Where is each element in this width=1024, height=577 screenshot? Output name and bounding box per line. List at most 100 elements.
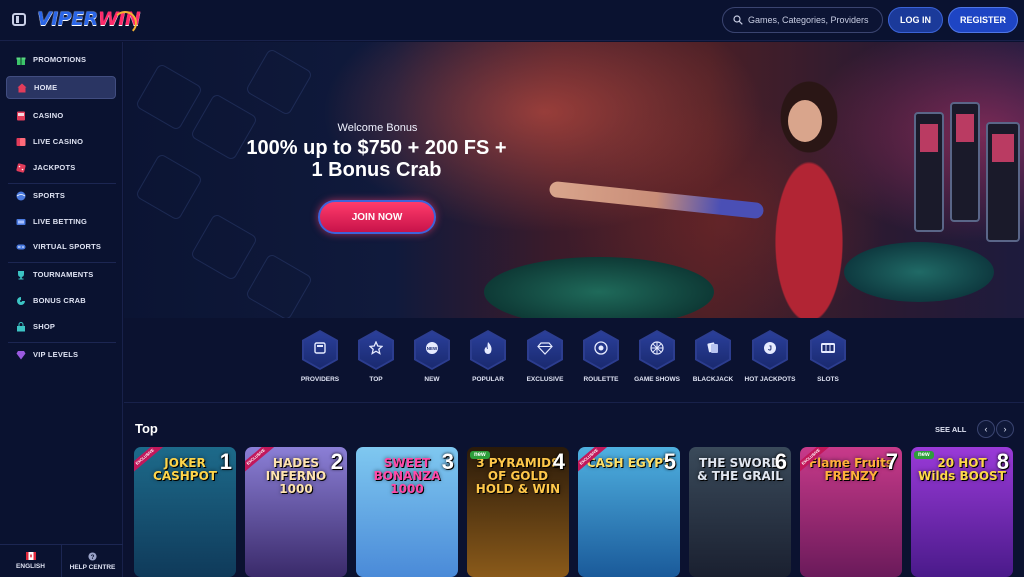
game-card[interactable]: Flame Fruits FRENZY 7 EXCLUSIVE bbox=[800, 447, 902, 577]
svg-text:?: ? bbox=[91, 553, 95, 560]
svg-text:NEW: NEW bbox=[427, 345, 438, 350]
category-roulette[interactable]: ROULETTE bbox=[573, 330, 629, 384]
help-label: HELP CENTRE bbox=[69, 563, 116, 571]
sidebar-item-jackpots[interactable]: JACKPOTS bbox=[6, 156, 116, 179]
sidebar-item-live-betting[interactable]: LIVE BETTING bbox=[6, 210, 116, 233]
register-button[interactable]: REGISTER bbox=[948, 7, 1018, 33]
hex-pattern bbox=[134, 152, 204, 222]
trophy-icon bbox=[16, 270, 26, 280]
category-label: PROVIDERS bbox=[300, 376, 340, 383]
game-card[interactable]: CASH EGYPT 5 EXCLUSIVE bbox=[578, 447, 680, 577]
search-input[interactable] bbox=[748, 15, 878, 25]
shop-icon bbox=[16, 321, 26, 332]
roulette-table-image bbox=[484, 257, 714, 318]
hero-banner: Welcome Bonus 100% up to $750 + 200 FS +… bbox=[124, 42, 1024, 318]
search-box[interactable] bbox=[722, 7, 883, 33]
sidebar-item-casino[interactable]: CASINO bbox=[6, 104, 116, 127]
category-slots[interactable]: SLOTS bbox=[800, 330, 856, 384]
hex-pattern bbox=[134, 62, 204, 132]
game-card[interactable]: 20 HOT Wilds BOOST 8 new bbox=[911, 447, 1013, 577]
hero-title: 100% up to $750 + 200 FS + 1 Bonus Crab bbox=[246, 137, 507, 181]
game-rank: 3 bbox=[441, 449, 454, 474]
hero-woman-face bbox=[788, 100, 822, 142]
category-hot-jackpots[interactable]: J HOT JACKPOTS bbox=[742, 330, 798, 384]
sidebar-item-label: HOME bbox=[34, 83, 58, 92]
slot-machine-image bbox=[950, 102, 980, 222]
help-icon: ? bbox=[88, 551, 97, 560]
login-button[interactable]: LOG IN bbox=[888, 7, 943, 33]
slot-machine-image bbox=[914, 112, 944, 232]
game-rank: 1 bbox=[219, 449, 232, 474]
game-rank: 4 bbox=[552, 449, 565, 474]
home-icon bbox=[17, 83, 27, 93]
game-card[interactable]: HADES INFERNO 1000 2 EXCLUSIVE bbox=[245, 447, 347, 577]
hex-pattern bbox=[189, 212, 259, 282]
game-title: 20 HOT Wilds BOOST bbox=[918, 456, 1006, 483]
prev-arrow-button[interactable]: ‹ bbox=[977, 420, 995, 438]
sidebar-item-vip-levels[interactable]: VIP LEVELS bbox=[6, 343, 116, 366]
game-card[interactable]: SWEET BONANZA 1000 3 bbox=[356, 447, 458, 577]
category-top[interactable]: TOP bbox=[348, 330, 404, 384]
game-title: JOKER CASHPOT bbox=[153, 456, 217, 483]
sidebar-item-label: SHOP bbox=[33, 322, 56, 331]
sidebar-item-sports[interactable]: SPORTS bbox=[6, 184, 116, 207]
sidebar-item-label: BONUS CRAB bbox=[33, 296, 86, 305]
next-arrow-button[interactable]: › bbox=[996, 420, 1014, 438]
category-new[interactable]: NEW NEW bbox=[404, 330, 460, 384]
category-exclusive[interactable]: EXCLUSIVE bbox=[517, 330, 573, 384]
sidebar-item-promotions[interactable]: PROMOTIONS bbox=[6, 48, 116, 71]
game-title: 3 PYRAMIDS OF GOLD HOLD & WIN bbox=[475, 456, 561, 496]
new-badge: new bbox=[470, 451, 490, 459]
slot-machine-image bbox=[986, 122, 1020, 242]
category-bar: PROVIDERS TOP NEW NEW POPULAR EXCLUSIVE … bbox=[124, 318, 1024, 403]
sidebar-item-bonus-crab[interactable]: BONUS CRAB bbox=[6, 289, 116, 312]
logo-swoosh-icon bbox=[113, 11, 137, 35]
category-label: BLACKJACK bbox=[692, 376, 734, 383]
category-label: EXCLUSIVE bbox=[526, 376, 564, 383]
sidebar: PROMOTIONS HOME CASINO LIVE CASINO JACKP… bbox=[0, 42, 123, 577]
language-selector[interactable]: ENGLISH bbox=[0, 545, 61, 577]
sidebar-item-label: JACKPOTS bbox=[33, 163, 76, 172]
flag-canada-icon bbox=[25, 552, 36, 560]
category-game-shows[interactable]: GAME SHOWS bbox=[629, 330, 685, 384]
category-popular[interactable]: POPULAR bbox=[460, 330, 516, 384]
logo-text-viper: VIPER bbox=[37, 8, 98, 30]
logo[interactable]: VIPERWIN bbox=[37, 8, 141, 35]
see-all-link[interactable]: SEE ALL bbox=[935, 425, 966, 434]
section-title: Top bbox=[135, 421, 158, 436]
game-card[interactable]: THE SWORD & THE GRAIL 6 bbox=[689, 447, 791, 577]
svg-text:J: J bbox=[768, 345, 772, 352]
category-label: ROULETTE bbox=[583, 376, 619, 383]
sidebar-toggle-icon[interactable] bbox=[12, 13, 26, 26]
sidebar-item-label: VIP LEVELS bbox=[33, 350, 79, 359]
category-providers[interactable]: PROVIDERS bbox=[292, 330, 348, 384]
wheel-icon bbox=[650, 340, 664, 360]
sidebar-item-label: LIVE BETTING bbox=[33, 217, 88, 226]
help-centre-link[interactable]: ? HELP CENTRE bbox=[61, 545, 123, 577]
game-title: Flame Fruits FRENZY bbox=[808, 456, 894, 483]
sidebar-item-virtual-sports[interactable]: VIRTUAL SPORTS bbox=[6, 235, 116, 258]
new-badge: new bbox=[914, 451, 934, 459]
top-bar: VIPERWIN LOG IN REGISTER bbox=[0, 0, 1024, 41]
join-now-button[interactable]: JOIN NOW bbox=[318, 200, 436, 234]
jackpot-icon: J bbox=[763, 341, 777, 360]
game-rank: 6 bbox=[774, 449, 787, 474]
game-rank: 8 bbox=[996, 449, 1009, 474]
category-label: HOT JACKPOTS bbox=[744, 376, 796, 383]
category-blackjack[interactable]: BLACKJACK bbox=[685, 330, 741, 384]
sidebar-item-label: TOURNAMENTS bbox=[33, 270, 94, 279]
sidebar-item-tournaments[interactable]: TOURNAMENTS bbox=[6, 263, 116, 286]
new-icon: NEW bbox=[424, 341, 440, 360]
game-card[interactable]: JOKER CASHPOT 1 EXCLUSIVE bbox=[134, 447, 236, 577]
sidebar-item-shop[interactable]: SHOP bbox=[6, 315, 116, 338]
sidebar-item-home[interactable]: HOME bbox=[6, 76, 116, 99]
star-icon bbox=[368, 339, 384, 360]
game-card[interactable]: 3 PYRAMIDS OF GOLD HOLD & WIN 4 new bbox=[467, 447, 569, 577]
slot-machine-icon bbox=[16, 111, 26, 121]
game-title: CASH EGYPT bbox=[586, 456, 672, 470]
sidebar-item-live-casino[interactable]: LIVE CASINO bbox=[6, 130, 116, 153]
sidebar-item-label: PROMOTIONS bbox=[33, 55, 87, 64]
dice-icon bbox=[16, 162, 26, 173]
hex-pattern bbox=[244, 47, 314, 117]
hero-woman-arm bbox=[548, 180, 765, 220]
